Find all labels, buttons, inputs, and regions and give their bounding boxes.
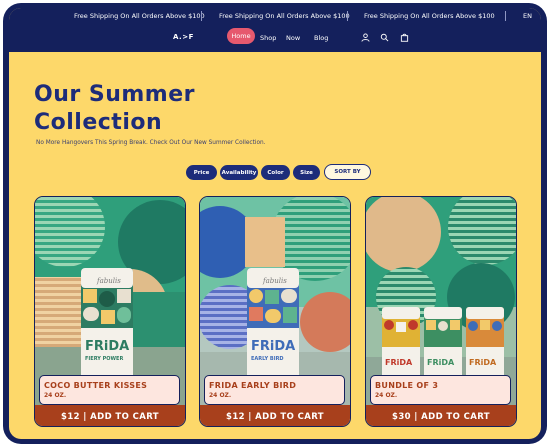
main-nav: A.>F Home Shop Now Blog xyxy=(9,24,541,52)
user-icon[interactable] xyxy=(361,33,370,42)
product-size: 24 OZ. xyxy=(44,392,67,399)
product-card[interactable]: fabulis FRiDA FIERY POWER COCO BUTTER KI… xyxy=(34,196,186,427)
filter-price[interactable]: Price xyxy=(186,165,217,180)
nav-link-shop[interactable]: Shop xyxy=(260,34,276,42)
search-icon[interactable] xyxy=(380,33,389,42)
brand-logo[interactable]: A.>F xyxy=(173,33,194,41)
screen: Free Shipping On All Orders Above $100 F… xyxy=(9,8,541,439)
can-brand: FRiDA xyxy=(251,339,295,354)
announcement-bar: Free Shipping On All Orders Above $100 F… xyxy=(9,8,541,24)
filter-size[interactable]: Size xyxy=(293,165,320,180)
can-brand: FRiDA xyxy=(469,358,497,367)
product-name[interactable]: COCO BUTTER KISSES xyxy=(44,381,147,390)
product-name[interactable]: FRIDA EARLY BIRD xyxy=(209,381,296,390)
can-flavor: EARLY BIRD xyxy=(251,356,284,362)
can-brand: FRiDA xyxy=(427,358,455,367)
product-card[interactable]: fabulis FRiDA EARLY BIRD FRIDA EARLY BIR… xyxy=(199,196,351,427)
product-size: 24 OZ. xyxy=(209,392,232,399)
filter-color[interactable]: Color xyxy=(261,165,290,180)
nav-link-blog[interactable]: Blog xyxy=(314,34,328,42)
can-flavor: FIERY POWER xyxy=(85,356,123,362)
announcement-message: Free Shipping On All Orders Above $100 xyxy=(74,12,205,20)
cart-icon[interactable] xyxy=(400,33,409,42)
product-info: FRIDA EARLY BIRD 24 OZ. xyxy=(204,375,345,405)
title-line: Collection xyxy=(34,110,163,135)
announcement-message: Free Shipping On All Orders Above $100 xyxy=(219,12,350,20)
add-to-cart-button[interactable]: $12 | ADD TO CART xyxy=(35,405,185,426)
can-script: fabulis xyxy=(262,277,287,285)
device-frame: Free Shipping On All Orders Above $100 F… xyxy=(3,3,547,444)
can-brand: FRiDA xyxy=(385,358,413,367)
product-info: COCO BUTTER KISSES 24 OZ. xyxy=(39,375,180,405)
product-name[interactable]: BUNDLE OF 3 xyxy=(375,381,438,390)
announcement-divider xyxy=(347,11,348,21)
announcement-divider xyxy=(201,11,202,21)
product-card[interactable]: FRiDA FRiDA FRiDA BUNDLE OF 3 24 OZ. $30… xyxy=(365,196,517,427)
nav-link-now[interactable]: Now xyxy=(286,34,300,42)
product-info: BUNDLE OF 3 24 OZ. xyxy=(370,375,511,405)
announcement-message: Free Shipping On All Orders Above $100 xyxy=(364,12,495,20)
add-to-cart-button[interactable]: $30 | ADD TO CART xyxy=(366,405,516,426)
product-size: 24 OZ. xyxy=(375,392,398,399)
can-brand: FRiDA xyxy=(85,339,129,354)
page-title: Our Summer Collection xyxy=(34,81,294,137)
title-line: Our Summer xyxy=(34,82,195,107)
language-selector[interactable]: EN xyxy=(523,12,532,20)
can-script: fabulis xyxy=(96,277,121,285)
nav-link-home[interactable]: Home xyxy=(227,28,255,44)
page-subtitle: No More Hangovers This Spring Break. Che… xyxy=(36,140,266,146)
filter-availability[interactable]: Availability xyxy=(220,165,258,180)
add-to-cart-button[interactable]: $12 | ADD TO CART xyxy=(200,405,350,426)
announcement-divider xyxy=(505,11,506,21)
sort-by-button[interactable]: SORT BY xyxy=(324,164,371,180)
